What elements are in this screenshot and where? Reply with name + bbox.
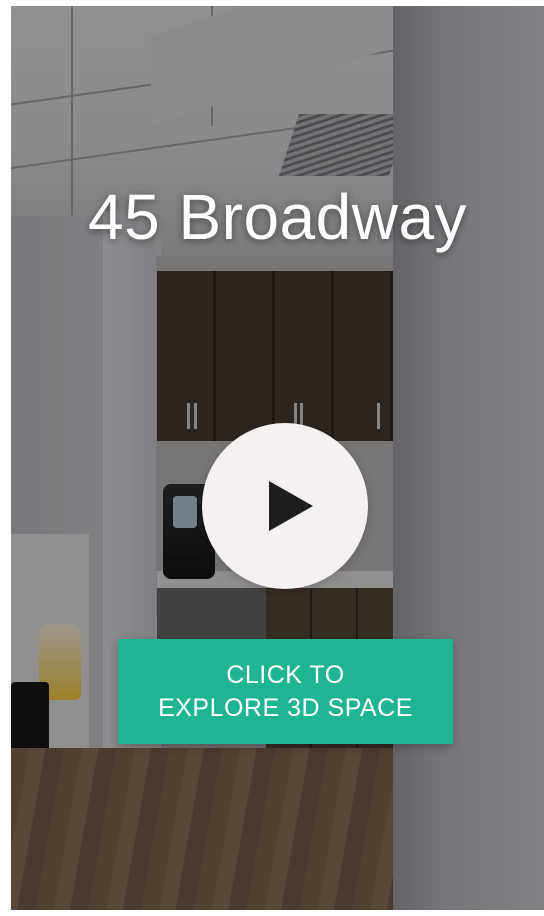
explore-3d-space-button[interactable]: CLICK TO EXPLORE 3D SPACE [118,639,453,744]
play-button[interactable] [202,423,368,589]
play-icon [269,481,313,531]
cta-line-2: EXPLORE 3D SPACE [158,693,413,722]
cta-line-1: CLICK TO [226,660,345,689]
tour-preview[interactable]: 45 Broadway CLICK TO EXPLORE 3D SPACE [11,6,544,910]
property-title: 45 Broadway [87,181,468,253]
